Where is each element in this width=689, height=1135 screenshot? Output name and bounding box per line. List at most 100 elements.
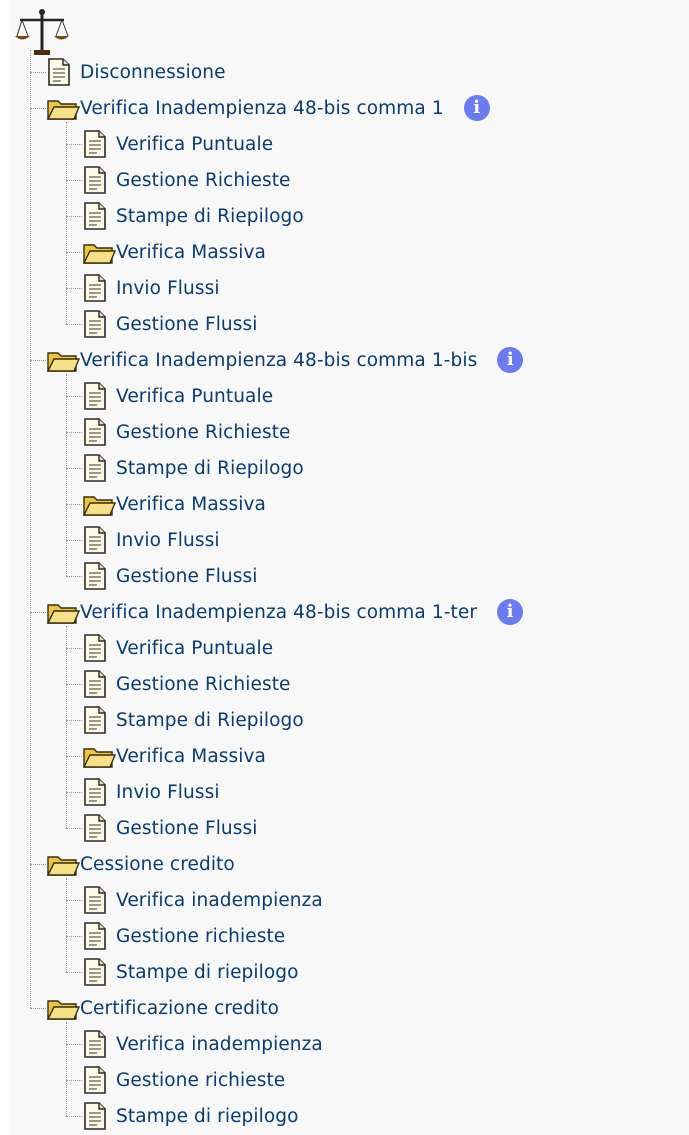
document-icon — [46, 57, 72, 87]
document-icon — [82, 129, 108, 159]
tree-connector — [66, 684, 82, 685]
tree-item-label[interactable]: Certificazione credito — [80, 998, 279, 1019]
tree-connector — [66, 396, 82, 397]
tree-item-label[interactable]: Invio Flussi — [116, 530, 220, 551]
document-icon — [82, 813, 108, 843]
tree-item-gestione-flussi[interactable]: Gestione Flussi — [82, 812, 257, 844]
tree-connector — [66, 756, 82, 757]
tree-item-label[interactable]: Disconnessione — [80, 62, 226, 83]
tree-connector — [66, 216, 82, 217]
open-folder-icon — [46, 993, 80, 1023]
tree-item-label[interactable]: Verifica Massiva — [116, 242, 266, 263]
tree-item-label[interactable]: Stampe di Riepilogo — [116, 458, 304, 479]
info-icon[interactable]: i — [497, 599, 524, 625]
tree-connector — [66, 180, 82, 181]
tree-connector — [30, 864, 46, 865]
navigation-tree: Disconnessione Verifica Inadempienza 48-b… — [10, 0, 689, 1135]
tree-item-verifica-puntuale[interactable]: Verifica Puntuale — [82, 632, 273, 664]
tree-connector — [66, 324, 82, 325]
document-icon — [82, 201, 108, 231]
tree-folder-verifica-inadempienza-48-bis-comma-1[interactable]: Verifica Inadempienza 48-bis comma 1 i — [46, 92, 490, 124]
document-icon — [82, 1029, 108, 1059]
document-icon — [82, 705, 108, 735]
tree-connector — [66, 936, 82, 937]
tree-item-label[interactable]: Gestione richieste — [116, 926, 285, 947]
tree-connector — [66, 1044, 82, 1045]
tree-item-label[interactable]: Verifica inadempienza — [116, 1034, 323, 1055]
tree-item-label[interactable]: Stampe di Riepilogo — [116, 206, 304, 227]
tree-item-verifica-puntuale[interactable]: Verifica Puntuale — [82, 128, 273, 160]
tree-folder-verifica-inadempienza-48-bis-comma-1-ter[interactable]: Verifica Inadempienza 48-bis comma 1-ter… — [46, 596, 524, 628]
tree-item-label[interactable]: Stampe di riepilogo — [116, 962, 299, 983]
tree-item-label[interactable]: Verifica inadempienza — [116, 890, 323, 911]
tree-item-label[interactable]: Verifica Inadempienza 48-bis comma 1-ter — [80, 602, 477, 623]
tree-item-stampe-di-riepilogo[interactable]: Stampe di Riepilogo — [82, 452, 304, 484]
tree-folder-verifica-massiva[interactable]: Verifica Massiva — [82, 236, 266, 268]
tree-item-gestione-richieste[interactable]: Gestione richieste — [82, 1064, 285, 1096]
tree-item-invio-flussi[interactable]: Invio Flussi — [82, 776, 220, 808]
tree-item-label[interactable]: Stampe di riepilogo — [116, 1106, 299, 1127]
open-folder-icon — [46, 849, 80, 879]
open-folder-icon — [46, 597, 80, 627]
document-icon — [82, 957, 108, 987]
tree-connector — [66, 504, 82, 505]
tree-item-stampe-di-riepilogo[interactable]: Stampe di Riepilogo — [82, 704, 304, 736]
info-icon[interactable]: i — [463, 95, 490, 121]
tree-item-label[interactable]: Cessione credito — [80, 854, 235, 875]
tree-item-gestione-flussi[interactable]: Gestione Flussi — [82, 560, 257, 592]
tree-item-label[interactable]: Verifica Massiva — [116, 746, 266, 767]
tree-folder-verifica-inadempienza-48-bis-comma-1-bis[interactable]: Verifica Inadempienza 48-bis comma 1-bis… — [46, 344, 524, 376]
tree-item-label[interactable]: Invio Flussi — [116, 782, 220, 803]
tree-connector — [30, 50, 31, 1008]
tree-item-label[interactable]: Verifica Inadempienza 48-bis comma 1-bis — [80, 350, 477, 371]
tree-connector — [66, 288, 82, 289]
document-icon — [82, 165, 108, 195]
tree-item-disconnessione[interactable]: Disconnessione — [46, 56, 226, 88]
tree-item-gestione-richieste[interactable]: Gestione richieste — [82, 920, 285, 952]
tree-folder-certificazione-credito[interactable]: Certificazione credito — [46, 992, 279, 1024]
tree-item-gestione-richieste[interactable]: Gestione Richieste — [82, 668, 291, 700]
tree-item-label[interactable]: Gestione Flussi — [116, 566, 257, 587]
tree-item-gestione-richieste[interactable]: Gestione Richieste — [82, 416, 291, 448]
tree-item-gestione-flussi[interactable]: Gestione Flussi — [82, 308, 257, 340]
document-icon — [82, 525, 108, 555]
tree-item-label[interactable]: Stampe di Riepilogo — [116, 710, 304, 731]
tree-item-label[interactable]: Gestione Richieste — [116, 674, 291, 695]
tree-item-label[interactable]: Verifica Puntuale — [116, 134, 273, 155]
tree-item-verifica-inadempienza[interactable]: Verifica inadempienza — [82, 884, 323, 916]
document-icon — [82, 1065, 108, 1095]
tree-item-label[interactable]: Gestione Flussi — [116, 818, 257, 839]
tree-item-label[interactable]: Invio Flussi — [116, 278, 220, 299]
tree-item-stampe-di-riepilogo[interactable]: Stampe di riepilogo — [82, 1100, 299, 1132]
tree-item-label[interactable]: Verifica Puntuale — [116, 386, 273, 407]
tree-item-label[interactable]: Verifica Puntuale — [116, 638, 273, 659]
tree-item-verifica-inadempienza[interactable]: Verifica inadempienza — [82, 1028, 323, 1060]
tree-connector — [66, 1116, 82, 1117]
open-folder-icon — [82, 489, 116, 519]
scales-of-justice-icon — [14, 8, 70, 58]
info-icon[interactable]: i — [497, 347, 524, 373]
tree-item-gestione-richieste[interactable]: Gestione Richieste — [82, 164, 291, 196]
document-icon — [82, 417, 108, 447]
tree-folder-verifica-massiva[interactable]: Verifica Massiva — [82, 740, 266, 772]
tree-folder-cessione-credito[interactable]: Cessione credito — [46, 848, 235, 880]
open-folder-icon — [46, 345, 80, 375]
tree-connector — [66, 468, 82, 469]
tree-item-stampe-di-riepilogo[interactable]: Stampe di Riepilogo — [82, 200, 304, 232]
open-folder-icon — [46, 93, 80, 123]
document-icon — [82, 1101, 108, 1131]
tree-item-invio-flussi[interactable]: Invio Flussi — [82, 272, 220, 304]
tree-item-label[interactable]: Gestione richieste — [116, 1070, 285, 1091]
tree-item-label[interactable]: Gestione Richieste — [116, 422, 291, 443]
tree-connector — [66, 792, 82, 793]
tree-folder-verifica-massiva[interactable]: Verifica Massiva — [82, 488, 266, 520]
tree-item-verifica-puntuale[interactable]: Verifica Puntuale — [82, 380, 273, 412]
tree-item-label[interactable]: Verifica Massiva — [116, 494, 266, 515]
tree-item-label[interactable]: Gestione Richieste — [116, 170, 291, 191]
open-folder-icon — [82, 741, 116, 771]
tree-item-stampe-di-riepilogo[interactable]: Stampe di riepilogo — [82, 956, 299, 988]
tree-item-label[interactable]: Verifica Inadempienza 48-bis comma 1 — [80, 98, 444, 119]
tree-connector — [30, 612, 46, 613]
tree-item-label[interactable]: Gestione Flussi — [116, 314, 257, 335]
tree-item-invio-flussi[interactable]: Invio Flussi — [82, 524, 220, 556]
